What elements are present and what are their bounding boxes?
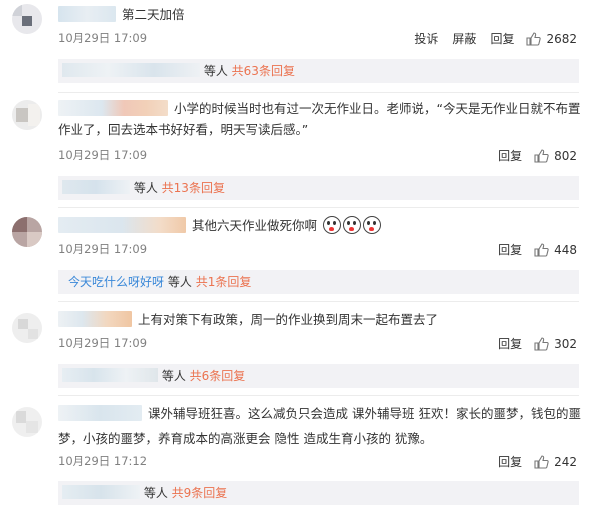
comment-text-line: 上有对策下有政策，周一的作业换到周末一起布置去了 [58, 309, 581, 330]
comment-time: 10月29日 17:09 [58, 31, 148, 45]
reply-count-link[interactable]: 共63条回复 [232, 64, 295, 78]
like-button[interactable]: 242 [534, 455, 577, 469]
divider [58, 92, 579, 93]
thumbs-up-icon [534, 242, 549, 257]
comment-time: 10月29日 17:09 [58, 336, 148, 350]
report-button[interactable]: 投诉 [414, 30, 438, 47]
comment-text-line: 课外辅导班狂喜。这么减负只会造成 课外辅导班 狂欢！家长的噩梦，钱包的噩梦，小孩… [58, 401, 581, 451]
comment-text-line: 其他六天作业做死你啊 [58, 215, 581, 236]
username[interactable] [58, 100, 168, 116]
avatar[interactable] [12, 407, 42, 437]
thumbs-up-icon [534, 336, 549, 351]
reply-prefix: 等人 [161, 369, 186, 383]
reply-count-link[interactable]: 共6条回复 [190, 369, 246, 383]
comment-text: 其他六天作业做死你啊 [192, 218, 318, 233]
avatar[interactable] [12, 217, 42, 247]
comment-text-line: 第二天加倍 [58, 4, 581, 25]
reply-summary[interactable]: 今天吃什么呀好呀 等人 共1条回复 [58, 270, 579, 294]
like-button[interactable]: 2682 [526, 32, 577, 46]
thumbs-up-icon [534, 148, 549, 163]
like-button[interactable]: 448 [534, 243, 577, 257]
like-count: 448 [554, 242, 577, 257]
comment-actions: 回复 448 [484, 241, 577, 258]
comment-text: 第二天加倍 [122, 7, 185, 22]
reply-count-link[interactable]: 共9条回复 [172, 486, 228, 500]
comment-actions: 回复 802 [484, 147, 577, 164]
like-button[interactable]: 302 [534, 337, 577, 351]
comment-time: 10月29日 17:12 [58, 454, 148, 468]
avatar[interactable] [12, 313, 42, 343]
like-button[interactable]: 802 [534, 149, 577, 163]
comment-actions: 回复 302 [484, 335, 577, 352]
username[interactable] [58, 311, 132, 327]
block-button[interactable]: 屏蔽 [452, 30, 476, 47]
divider [58, 301, 579, 302]
thumbs-up-icon [534, 454, 549, 469]
reply-summary[interactable]: 等人 共13条回复 [58, 176, 579, 200]
comment-text-line: 小学的时候当时也有过一次无作业日。老师说，“今天是无作业日就不布置作业了，回去选… [58, 98, 581, 140]
reply-count-link[interactable]: 共13条回复 [162, 181, 225, 195]
avatar[interactable] [12, 4, 42, 34]
like-count: 302 [554, 336, 577, 351]
comment-actions: 回复 242 [484, 453, 577, 470]
comment-time: 10月29日 17:09 [58, 148, 148, 162]
reply-summary[interactable]: 等人 共6条回复 [58, 364, 579, 388]
reply-prefix: 等人 [167, 275, 192, 289]
reply-user-blur [62, 368, 158, 382]
reply-user-blur [62, 485, 140, 499]
reply-user-blur [62, 63, 200, 77]
reply-prefix: 等人 [133, 181, 158, 195]
reply-button[interactable]: 回复 [498, 147, 522, 164]
reply-button[interactable]: 回复 [498, 453, 522, 470]
username[interactable] [58, 405, 142, 421]
reply-summary[interactable]: 等人 共63条回复 [58, 59, 579, 83]
reply-count-link[interactable]: 共1条回复 [196, 275, 252, 289]
like-count: 242 [554, 454, 577, 469]
avatar[interactable] [12, 100, 42, 130]
reply-user-link[interactable]: 今天吃什么呀好呀 [62, 275, 164, 289]
crying-face-icon [363, 216, 381, 234]
reply-button[interactable]: 回复 [498, 335, 522, 352]
comment-time: 10月29日 17:09 [58, 242, 148, 256]
thumbs-up-icon [526, 31, 542, 46]
username[interactable] [58, 6, 116, 22]
crying-face-icon [323, 216, 341, 234]
like-count: 2682 [546, 31, 577, 46]
reply-button[interactable]: 回复 [490, 30, 514, 47]
reply-user-blur [62, 180, 130, 194]
username[interactable] [58, 217, 186, 233]
reply-prefix: 等人 [143, 486, 168, 500]
comment-text: 上有对策下有政策，周一的作业换到周末一起布置去了 [138, 312, 439, 327]
comment-actions: 投诉 屏蔽 回复 2682 [400, 30, 577, 47]
divider [58, 395, 579, 396]
divider [58, 207, 579, 208]
crying-face-icon [343, 216, 361, 234]
reply-prefix: 等人 [203, 64, 228, 78]
reply-button[interactable]: 回复 [498, 241, 522, 258]
reply-summary[interactable]: 等人 共9条回复 [58, 481, 579, 505]
like-count: 802 [554, 148, 577, 163]
